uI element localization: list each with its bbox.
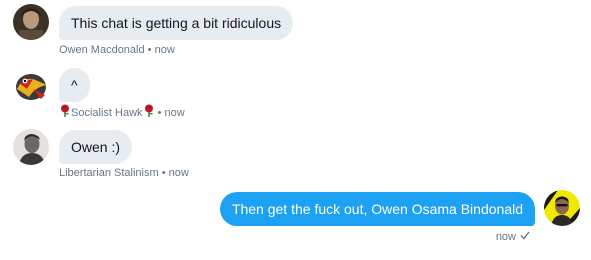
avatar-socialist-hawk[interactable]	[13, 67, 49, 103]
rose-icon	[143, 104, 155, 122]
avatar-libertarian-stalinism[interactable]	[13, 129, 49, 165]
timestamp: now	[168, 167, 189, 179]
timestamp: now	[164, 107, 185, 119]
message-meta: Libertarian Stalinism • now	[59, 166, 189, 180]
message-bubble: Owen :)	[59, 130, 133, 164]
message-bubble: ^	[59, 68, 90, 102]
separator-dot: •	[147, 44, 152, 56]
message-meta: Owen Macdonald • now	[59, 43, 175, 57]
timestamp: now	[154, 44, 175, 56]
sender-name[interactable]: Socialist Hawk	[71, 107, 143, 119]
read-check-icon	[520, 230, 530, 244]
timestamp: now	[495, 231, 516, 243]
rose-icon	[59, 104, 71, 122]
avatar-owen-macdonald[interactable]	[13, 4, 49, 40]
sender-name[interactable]: Libertarian Stalinism	[59, 167, 159, 179]
message-meta: now	[496, 230, 530, 244]
message-meta: Socialist Hawk • now	[59, 104, 185, 122]
message-bubble: This chat is getting a bit ridiculous	[59, 6, 294, 40]
separator-dot: •	[157, 107, 162, 119]
avatar-self[interactable]	[544, 190, 580, 226]
message-bubble-outgoing: Then get the fuck out, Owen Osama Bindon…	[219, 192, 535, 226]
sender-name[interactable]: Owen Macdonald	[59, 44, 145, 56]
separator-dot: •	[161, 167, 166, 179]
